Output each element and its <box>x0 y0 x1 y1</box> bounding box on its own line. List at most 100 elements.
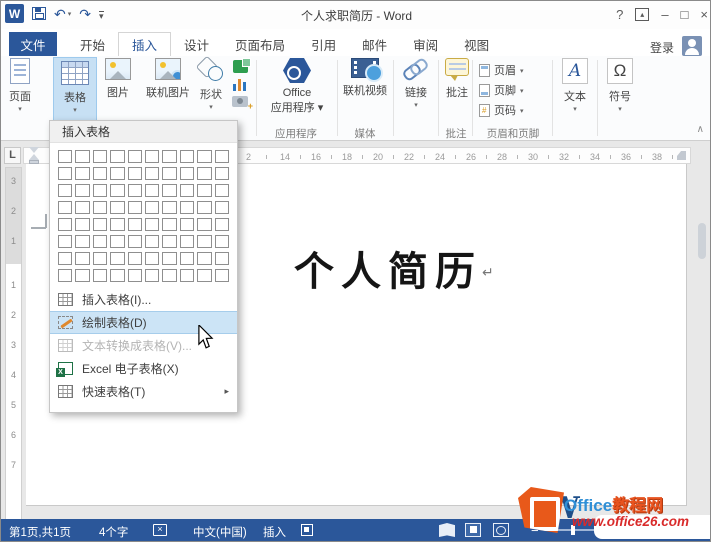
table-grid-cell[interactable] <box>197 269 212 282</box>
table-grid-cell[interactable] <box>110 150 125 163</box>
table-grid-cell[interactable] <box>75 252 90 265</box>
comment-button[interactable]: 批注 <box>441 58 473 100</box>
table-grid-cell[interactable] <box>92 218 108 231</box>
table-grid-cell[interactable] <box>179 269 195 282</box>
tab-review[interactable]: 审阅 <box>400 32 451 56</box>
table-grid-cell[interactable] <box>144 218 160 231</box>
table-grid-cell[interactable] <box>92 150 108 163</box>
table-grid-cell[interactable] <box>58 184 73 197</box>
table-grid-cell[interactable] <box>92 201 108 214</box>
tab-references[interactable]: 引用 <box>298 32 349 56</box>
table-grid-cell[interactable] <box>162 184 177 197</box>
menu-item-insert-table[interactable]: 插入表格(I)... <box>50 288 237 311</box>
minimize-icon[interactable]: – <box>661 7 668 22</box>
table-grid-cell[interactable] <box>75 269 90 282</box>
table-grid-cell[interactable] <box>58 218 73 231</box>
table-grid-cell[interactable] <box>58 252 73 265</box>
text-button[interactable]: A 文本 ▾ <box>557 58 593 113</box>
table-grid-cell[interactable] <box>92 252 108 265</box>
picture-button[interactable]: 图片 <box>105 58 131 100</box>
table-grid-cell[interactable] <box>75 167 90 180</box>
table-grid-cell[interactable] <box>110 167 125 180</box>
page-number-button[interactable]: 页码▾ <box>479 102 524 118</box>
table-grid-cell[interactable] <box>179 184 195 197</box>
tab-page-layout[interactable]: 页面布局 <box>222 32 298 56</box>
table-grid-cell[interactable] <box>179 252 195 265</box>
office-apps-button[interactable]: Office 应用程序 ▾ <box>269 58 325 115</box>
table-grid-cell[interactable] <box>197 150 212 163</box>
table-grid-cell[interactable] <box>197 167 212 180</box>
table-grid-cell[interactable] <box>110 201 125 214</box>
table-grid-cell[interactable] <box>110 235 125 248</box>
table-grid-cell[interactable] <box>127 252 142 265</box>
table-grid-cell[interactable] <box>162 150 177 163</box>
table-grid-cell[interactable] <box>197 235 212 248</box>
spellcheck-icon[interactable]: × <box>153 524 167 536</box>
table-grid-cell[interactable] <box>162 269 177 282</box>
pages-button[interactable]: 页面 ▾ <box>9 58 31 113</box>
symbol-button[interactable]: Ω 符号 ▾ <box>602 58 638 113</box>
table-grid-cell[interactable] <box>214 218 229 231</box>
table-grid-cell[interactable] <box>144 235 160 248</box>
table-grid-cell[interactable] <box>127 235 142 248</box>
smartart-icon[interactable] <box>232 58 251 73</box>
word-count-indicator[interactable]: 4个字 <box>99 524 128 540</box>
table-grid-cell[interactable] <box>92 235 108 248</box>
print-layout-icon[interactable] <box>465 523 481 537</box>
table-grid-cell[interactable] <box>75 184 90 197</box>
right-indent-marker[interactable] <box>677 151 686 160</box>
table-grid-cell[interactable] <box>197 252 212 265</box>
page-count-indicator[interactable]: 第1页,共1页 <box>9 524 71 540</box>
table-grid-cell[interactable] <box>197 218 212 231</box>
table-grid-cell[interactable] <box>197 184 212 197</box>
table-grid-cell[interactable] <box>214 252 229 265</box>
close-icon[interactable]: × <box>700 7 708 22</box>
chart-icon[interactable] <box>232 78 248 91</box>
ribbon-display-options-icon[interactable]: ▴ <box>635 7 650 21</box>
read-mode-icon[interactable] <box>439 523 455 537</box>
help-icon[interactable]: ? <box>616 7 623 22</box>
table-grid-cell[interactable] <box>179 235 195 248</box>
insert-mode-indicator[interactable]: 插入 <box>263 524 286 540</box>
table-grid-cell[interactable] <box>110 184 125 197</box>
table-grid-cell[interactable] <box>179 167 195 180</box>
table-grid-cell[interactable] <box>127 184 142 197</box>
table-grid-cell[interactable] <box>162 218 177 231</box>
links-button[interactable]: 链接 ▾ <box>397 58 435 109</box>
tab-stop-selector[interactable]: L <box>4 147 21 164</box>
table-grid-cell[interactable] <box>179 150 195 163</box>
table-grid-cell[interactable] <box>162 167 177 180</box>
first-line-indent-marker[interactable] <box>29 147 39 153</box>
table-grid-cell[interactable] <box>58 150 73 163</box>
table-grid-cell[interactable] <box>92 184 108 197</box>
table-grid-cell[interactable] <box>144 201 160 214</box>
table-grid-cell[interactable] <box>144 252 160 265</box>
table-grid-cell[interactable] <box>127 269 142 282</box>
table-grid-cell[interactable] <box>127 150 142 163</box>
user-avatar[interactable] <box>682 36 702 56</box>
menu-item-excel-spreadsheet[interactable]: Excel 电子表格(X) <box>50 357 237 380</box>
table-grid-cell[interactable] <box>162 252 177 265</box>
table-grid-cell[interactable] <box>58 235 73 248</box>
online-pictures-button[interactable]: 联机图片 <box>146 58 190 100</box>
table-grid-cell[interactable] <box>214 150 229 163</box>
footer-button[interactable]: 页脚 ▾ <box>479 82 524 98</box>
table-grid-cell[interactable] <box>127 218 142 231</box>
header-button[interactable]: 页眉 ▾ <box>479 62 524 78</box>
table-grid-cell[interactable] <box>110 252 125 265</box>
table-grid-cell[interactable] <box>58 269 73 282</box>
table-grid-cell[interactable] <box>214 167 229 180</box>
tab-file[interactable]: 文件 <box>9 32 57 56</box>
table-grid-cell[interactable] <box>214 201 229 214</box>
table-grid-cell[interactable] <box>144 269 160 282</box>
table-grid-cell[interactable] <box>214 235 229 248</box>
table-grid-cell[interactable] <box>75 218 90 231</box>
menu-item-quick-tables[interactable]: 快速表格(T) ▸ <box>50 380 237 403</box>
collapse-ribbon-icon[interactable]: ∧ <box>697 124 704 135</box>
table-grid-cell[interactable] <box>92 167 108 180</box>
tab-mailings[interactable]: 邮件 <box>349 32 400 56</box>
language-indicator[interactable]: 中文(中国) <box>193 524 247 540</box>
table-grid-cell[interactable] <box>144 184 160 197</box>
table-grid-cell[interactable] <box>58 201 73 214</box>
maximize-icon[interactable]: □ <box>681 7 689 22</box>
